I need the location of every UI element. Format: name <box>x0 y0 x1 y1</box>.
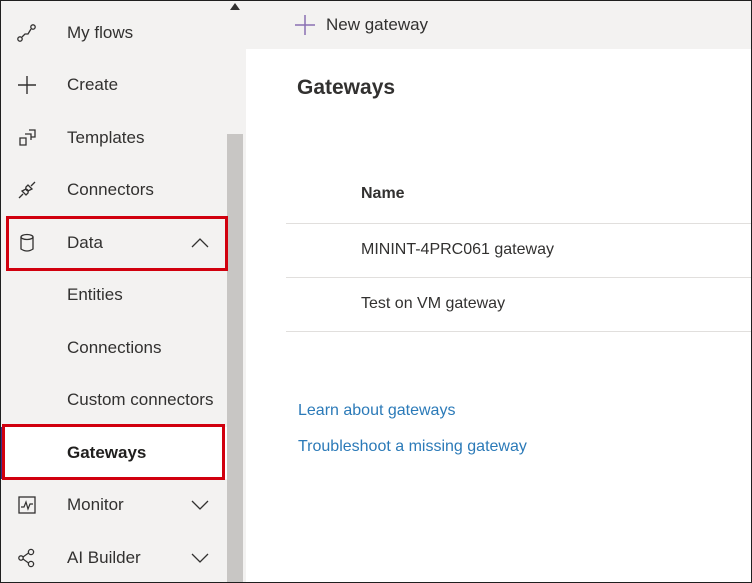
scroll-up-arrow-icon[interactable] <box>229 3 241 13</box>
new-gateway-label: New gateway <box>326 15 429 34</box>
sidebar-item-connectors[interactable]: Connectors <box>1 164 227 216</box>
sidebar-item-templates[interactable]: Templates <box>1 112 227 164</box>
gateway-name: MININT-4PRC061 gateway <box>361 241 554 258</box>
sidebar-item-label: Data <box>67 233 103 252</box>
sidebar-item-label: AI Builder <box>67 548 141 567</box>
sidebar-item-create[interactable]: Create <box>1 59 227 111</box>
table-divider <box>286 331 751 332</box>
sidebar-item-label: My flows <box>67 23 134 42</box>
sidebar-subitem-connections[interactable]: Connections <box>1 322 227 374</box>
chevron-down-icon[interactable] <box>189 494 211 516</box>
troubleshoot-gateway-link[interactable]: Troubleshoot a missing gateway <box>298 438 527 456</box>
sidebar-item-data[interactable]: Data <box>1 217 227 269</box>
sidebar-item-ai-builder[interactable]: AI Builder <box>1 532 227 582</box>
connector-icon <box>15 178 39 202</box>
page-title: Gateways <box>297 76 396 99</box>
sidebar-item-label: Monitor <box>67 495 124 514</box>
new-gateway-button[interactable]: New gateway <box>293 11 428 39</box>
sidebar-subitem-label: Entities <box>67 285 123 304</box>
table-row[interactable]: MININT-4PRC061 gateway <box>286 224 751 277</box>
sidebar-subitem-label: Connections <box>67 338 162 357</box>
templates-icon <box>15 126 39 150</box>
flow-icon <box>15 21 39 45</box>
sidebar-item-monitor[interactable]: Monitor <box>1 479 227 531</box>
sidebar-subitem-gateways[interactable]: Gateways <box>1 427 227 479</box>
app-frame: My flows Create Templates Connectors Dat <box>0 0 752 583</box>
chevron-down-icon[interactable] <box>189 547 211 569</box>
chevron-up-icon[interactable] <box>189 232 211 254</box>
sidebar-item-label: Templates <box>67 128 145 147</box>
sidebar: My flows Create Templates Connectors Dat <box>1 1 227 582</box>
learn-about-gateways-link[interactable]: Learn about gateways <box>298 402 455 420</box>
table-row[interactable]: Test on VM gateway <box>286 278 751 331</box>
sidebar-subitem-label: Gateways <box>67 443 147 462</box>
plus-icon <box>15 73 39 97</box>
sidebar-subitem-entities[interactable]: Entities <box>1 269 227 321</box>
sidebar-item-label: Create <box>67 75 119 94</box>
database-icon <box>15 231 39 255</box>
sidebar-item-my-flows[interactable]: My flows <box>1 7 227 59</box>
monitor-icon <box>15 493 39 517</box>
sidebar-subitem-custom-connectors[interactable]: Custom connectors <box>1 374 227 426</box>
active-indicator <box>1 427 5 479</box>
sidebar-subitem-label: Custom connectors <box>67 390 214 409</box>
gateway-name: Test on VM gateway <box>361 295 506 312</box>
ai-builder-icon <box>15 546 39 570</box>
sidebar-item-label: Connectors <box>67 180 154 199</box>
plus-icon <box>293 13 317 37</box>
scrollbar-thumb[interactable] <box>227 134 243 582</box>
column-header-name[interactable]: Name <box>361 185 405 203</box>
